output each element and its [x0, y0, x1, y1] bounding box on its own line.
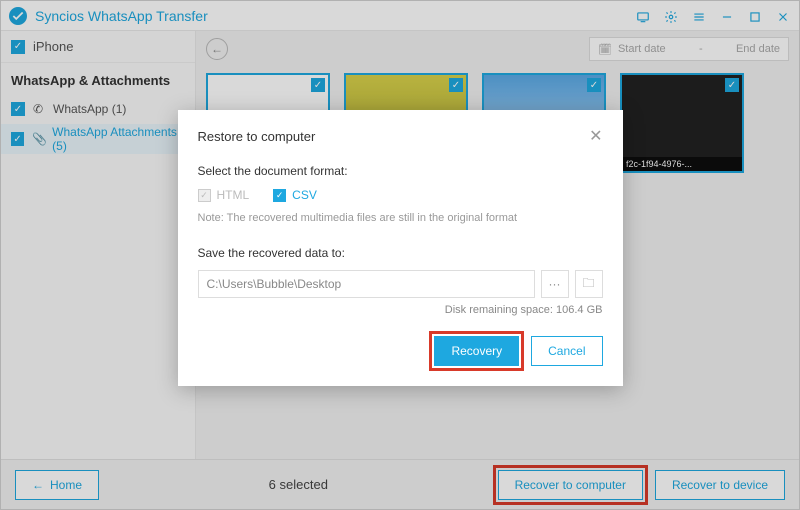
cancel-button[interactable]: Cancel [531, 336, 602, 366]
format-row: HTML CSV [198, 188, 603, 202]
html-label: HTML [217, 188, 250, 202]
restore-modal: Restore to computer ✕ Select the documen… [178, 110, 623, 386]
format-html-option[interactable]: HTML [198, 188, 250, 202]
save-to-label: Save the recovered data to: [198, 246, 603, 260]
save-path-input[interactable] [198, 270, 535, 298]
recovery-button[interactable]: Recovery [434, 336, 519, 366]
path-row: ··· 🗀 [198, 270, 603, 298]
modal-overlay: Restore to computer ✕ Select the documen… [0, 0, 800, 510]
format-csv-option[interactable]: CSV [273, 188, 317, 202]
modal-title: Restore to computer [198, 129, 590, 144]
disk-space-text: Disk remaining space: 106.4 GB [198, 304, 603, 316]
modal-header: Restore to computer ✕ [198, 126, 603, 146]
format-note: Note: The recovered multimedia files are… [198, 212, 603, 224]
modal-close-icon[interactable]: ✕ [589, 126, 602, 146]
modal-actions: Recovery Cancel [198, 336, 603, 366]
cancel-label: Cancel [548, 344, 585, 358]
browse-folder-button[interactable]: 🗀 [575, 270, 603, 298]
recovery-label: Recovery [451, 344, 502, 358]
more-icon: ··· [549, 277, 561, 291]
csv-checkbox[interactable] [273, 189, 286, 202]
format-label: Select the document format: [198, 164, 603, 178]
path-more-button[interactable]: ··· [541, 270, 569, 298]
csv-label: CSV [292, 188, 317, 202]
html-checkbox[interactable] [198, 189, 211, 202]
folder-icon: 🗀 [582, 274, 594, 295]
